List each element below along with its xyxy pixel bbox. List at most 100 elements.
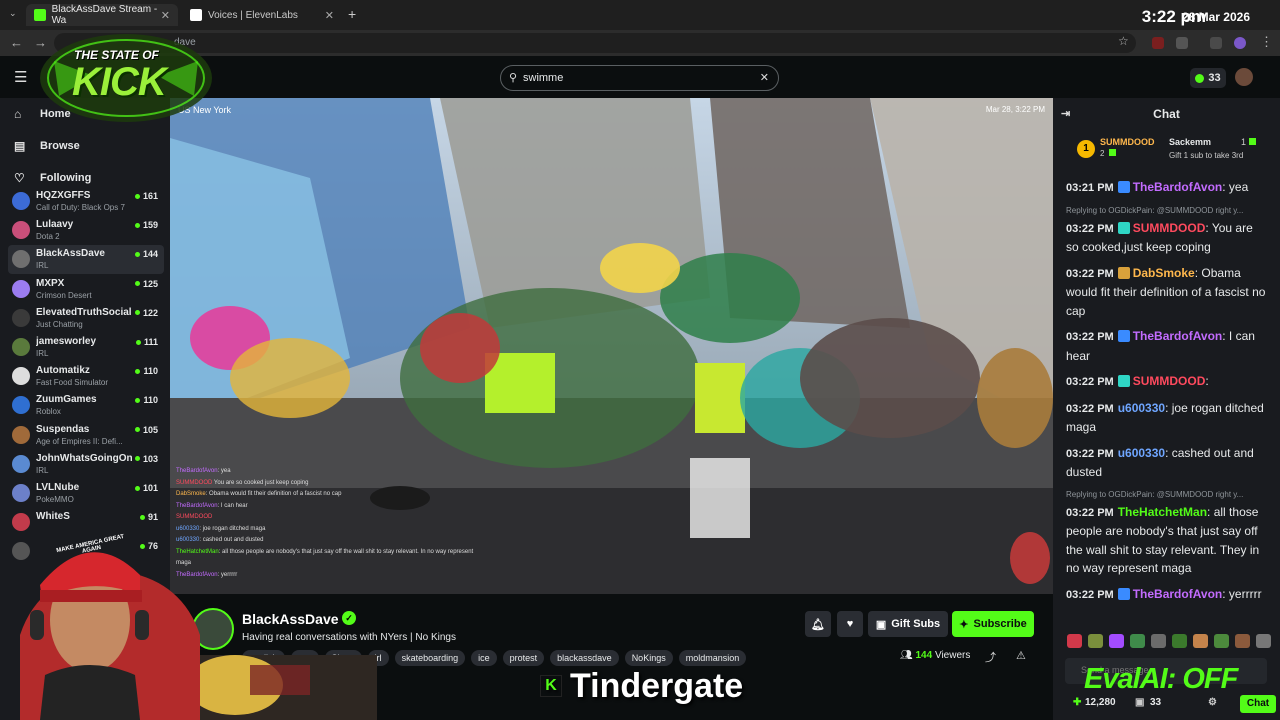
sidebar-channel[interactable]: LVLNube PokeMMO 101 xyxy=(8,479,164,508)
message-username[interactable]: DabSmoke xyxy=(1133,266,1195,280)
sidebar-channel[interactable]: BlackAssDave IRL 144 xyxy=(8,245,164,275)
bookmark-star-icon[interactable]: ☆ xyxy=(1118,34,1129,48)
share-icon[interactable]: ⤴ xyxy=(985,649,996,665)
settings-gear-icon[interactable]: ⚙ xyxy=(1208,697,1217,708)
tab-elevenlabs[interactable]: Voices | ElevenLabs ✕ xyxy=(182,4,342,26)
emote-icon[interactable] xyxy=(1088,634,1103,648)
emote-icon[interactable] xyxy=(1067,634,1082,648)
sidebar-channel[interactable]: jamesworley IRL 111 xyxy=(8,333,164,362)
channel-name: jamesworley xyxy=(36,336,97,347)
message-time: 03:22 PM xyxy=(1066,402,1114,415)
caption-overlay: K Tindergate xyxy=(540,664,743,708)
channel-name: ZuumGames xyxy=(36,394,97,406)
sidebar-channel[interactable]: ZuumGames Roblox 110 xyxy=(8,391,164,420)
sidebar-channel[interactable]: Automatikz Fast Food Simulator 110 xyxy=(8,362,164,391)
stream-tag[interactable]: skateboarding xyxy=(394,650,466,666)
sidebar-channel[interactable]: Suspendas Age of Empires II: Defi... 105 xyxy=(8,421,164,450)
channel-avatar xyxy=(12,221,30,240)
close-tab-icon[interactable]: ✕ xyxy=(325,9,334,22)
gift-subs-button[interactable]: ▣ Gift Subs xyxy=(868,611,948,637)
message-username[interactable]: SUMMDOOD xyxy=(1133,374,1206,388)
tab-menu-icon[interactable]: ⌄ xyxy=(9,8,17,19)
sidebar-channel[interactable]: Lulaavy Dota 2 159 xyxy=(8,216,164,245)
chat-message[interactable]: 03:21 PM TheBardofAvon: yea xyxy=(1066,178,1266,198)
overlay-chat-line: SUMMDOOD You are so cooked just keep cop… xyxy=(176,478,476,490)
reply-context: Replying to OGDickPain: @SUMMDOOD right … xyxy=(1066,489,1244,499)
stream-tag[interactable]: ice xyxy=(471,650,497,666)
channel-viewers: 125 xyxy=(134,279,158,289)
message-username[interactable]: TheBardofAvon xyxy=(1133,180,1223,194)
chat-send-button[interactable]: Chat xyxy=(1240,695,1276,713)
back-icon[interactable]: ← xyxy=(10,35,23,50)
live-dot-icon xyxy=(134,456,140,462)
sidebar-item-browse[interactable]: ▤ Browse xyxy=(14,139,80,153)
profile-avatar-icon[interactable] xyxy=(1234,37,1246,49)
channel-category: Roblox xyxy=(36,407,61,417)
extension-icon[interactable] xyxy=(1152,37,1164,49)
leaderboard-second-user[interactable]: Sackemm xyxy=(1169,137,1211,147)
follow-button[interactable]: ♥ xyxy=(837,611,863,637)
hamburger-menu-icon[interactable]: ☰ xyxy=(14,68,27,86)
gift-icon: ▣ xyxy=(875,618,887,631)
emote-icon[interactable] xyxy=(1235,634,1250,648)
tab-kick[interactable]: BlackAssDave Stream - Wa ✕ xyxy=(26,4,178,26)
search-input[interactable]: ⚲ swimme ✕ xyxy=(500,65,779,91)
viewer-number: 110 xyxy=(143,366,158,377)
sidebar-channel[interactable]: JohnWhatsGoingOn IRL 103 xyxy=(8,450,164,479)
chat-message[interactable]: 03:22 PM TheBardofAvon: I can hear xyxy=(1066,327,1266,365)
emote-icon[interactable] xyxy=(1193,634,1208,648)
gift-icon xyxy=(1109,149,1116,156)
media-control-icon[interactable] xyxy=(1210,37,1222,49)
channel-name: JohnWhatsGoingOn xyxy=(36,452,133,464)
stream-tag[interactable]: protest xyxy=(502,650,545,666)
user-avatar[interactable] xyxy=(1235,68,1253,86)
close-tab-icon[interactable]: ✕ xyxy=(161,9,170,22)
browser-menu-icon[interactable]: ⋮ xyxy=(1260,34,1273,50)
emote-icon[interactable] xyxy=(1151,634,1166,648)
chat-message[interactable]: 03:22 PM DabSmoke: Obama would fit their … xyxy=(1066,264,1266,321)
chat-message[interactable]: 03:22 PM SUMMDOOD: xyxy=(1066,372,1266,392)
emote-icon[interactable] xyxy=(1172,634,1187,648)
new-tab-button[interactable]: + xyxy=(348,6,356,22)
emote-icon[interactable] xyxy=(1256,634,1271,648)
collapse-chat-icon[interactable]: ⇥ xyxy=(1061,107,1070,120)
sidebar-channel[interactable]: HQZXGFFS Call of Duty: Black Ops 7 161 xyxy=(8,187,164,216)
sidebar-item-following[interactable]: ♡ Following xyxy=(14,171,91,185)
channel-points[interactable]: 12,280 xyxy=(1085,697,1116,708)
emote-icon[interactable] xyxy=(1130,634,1145,648)
chat-message[interactable]: Replying to OGDickPain: @SUMMDOOD right … xyxy=(1066,489,1266,578)
overlay-chat-user: TheBardofAvon xyxy=(176,468,218,474)
chat-badge-icon xyxy=(1117,181,1130,193)
chat-message[interactable]: 03:22 PM TheBardofAvon: yerrrrr xyxy=(1066,585,1266,605)
message-username[interactable]: TheBardofAvon xyxy=(1133,587,1223,601)
message-username[interactable]: u600330 xyxy=(1118,401,1165,415)
message-username[interactable]: SUMMDOOD xyxy=(1133,221,1206,235)
star-icon: ✦ xyxy=(959,618,969,631)
gift-subs-label: Gift Subs xyxy=(891,618,941,630)
leaderboard-user[interactable]: SUMMDOOD xyxy=(1100,137,1155,147)
emote-icon[interactable] xyxy=(1109,634,1124,648)
chat-message[interactable]: 03:22 PM u600330: joe rogan ditched maga xyxy=(1066,399,1266,437)
extensions-puzzle-icon[interactable] xyxy=(1176,37,1188,49)
message-username[interactable]: TheHatchetMan xyxy=(1118,505,1207,519)
channel-category: PokeMMO xyxy=(36,495,74,504)
message-time: 03:22 PM xyxy=(1066,267,1114,280)
chat-message[interactable]: 03:22 PM u600330: cashed out and dusted xyxy=(1066,444,1266,482)
sidebar-channel[interactable]: MXPX Crimson Desert 125 xyxy=(8,275,164,304)
state-of-kick-logo: THE STATE OF KICK xyxy=(34,26,218,126)
message-username[interactable]: TheBardofAvon xyxy=(1133,329,1223,343)
kick-coins-badge[interactable]: 33 xyxy=(1190,68,1226,88)
live-dot-icon xyxy=(134,485,140,491)
notification-bell-button[interactable]: 🔔︎ xyxy=(805,611,831,637)
kick-k-icon: K xyxy=(540,675,562,697)
webcam-picture xyxy=(20,552,377,720)
subscribe-button[interactable]: ✦ Subscribe xyxy=(952,611,1034,637)
message-username[interactable]: u600330 xyxy=(1118,446,1165,460)
sidebar-channel[interactable]: ElevatedTruthSocial Just Chatting 122 xyxy=(8,304,164,333)
emote-icon[interactable] xyxy=(1214,634,1229,648)
report-icon[interactable]: ⚠ xyxy=(1016,649,1026,662)
chat-message[interactable]: Replying to OGDickPain: @SUMMDOOD right … xyxy=(1066,205,1266,257)
clear-search-icon[interactable]: ✕ xyxy=(760,71,769,84)
gift-count[interactable]: 33 xyxy=(1150,697,1161,708)
overlay-chat-user: DabSmoke xyxy=(176,491,206,497)
